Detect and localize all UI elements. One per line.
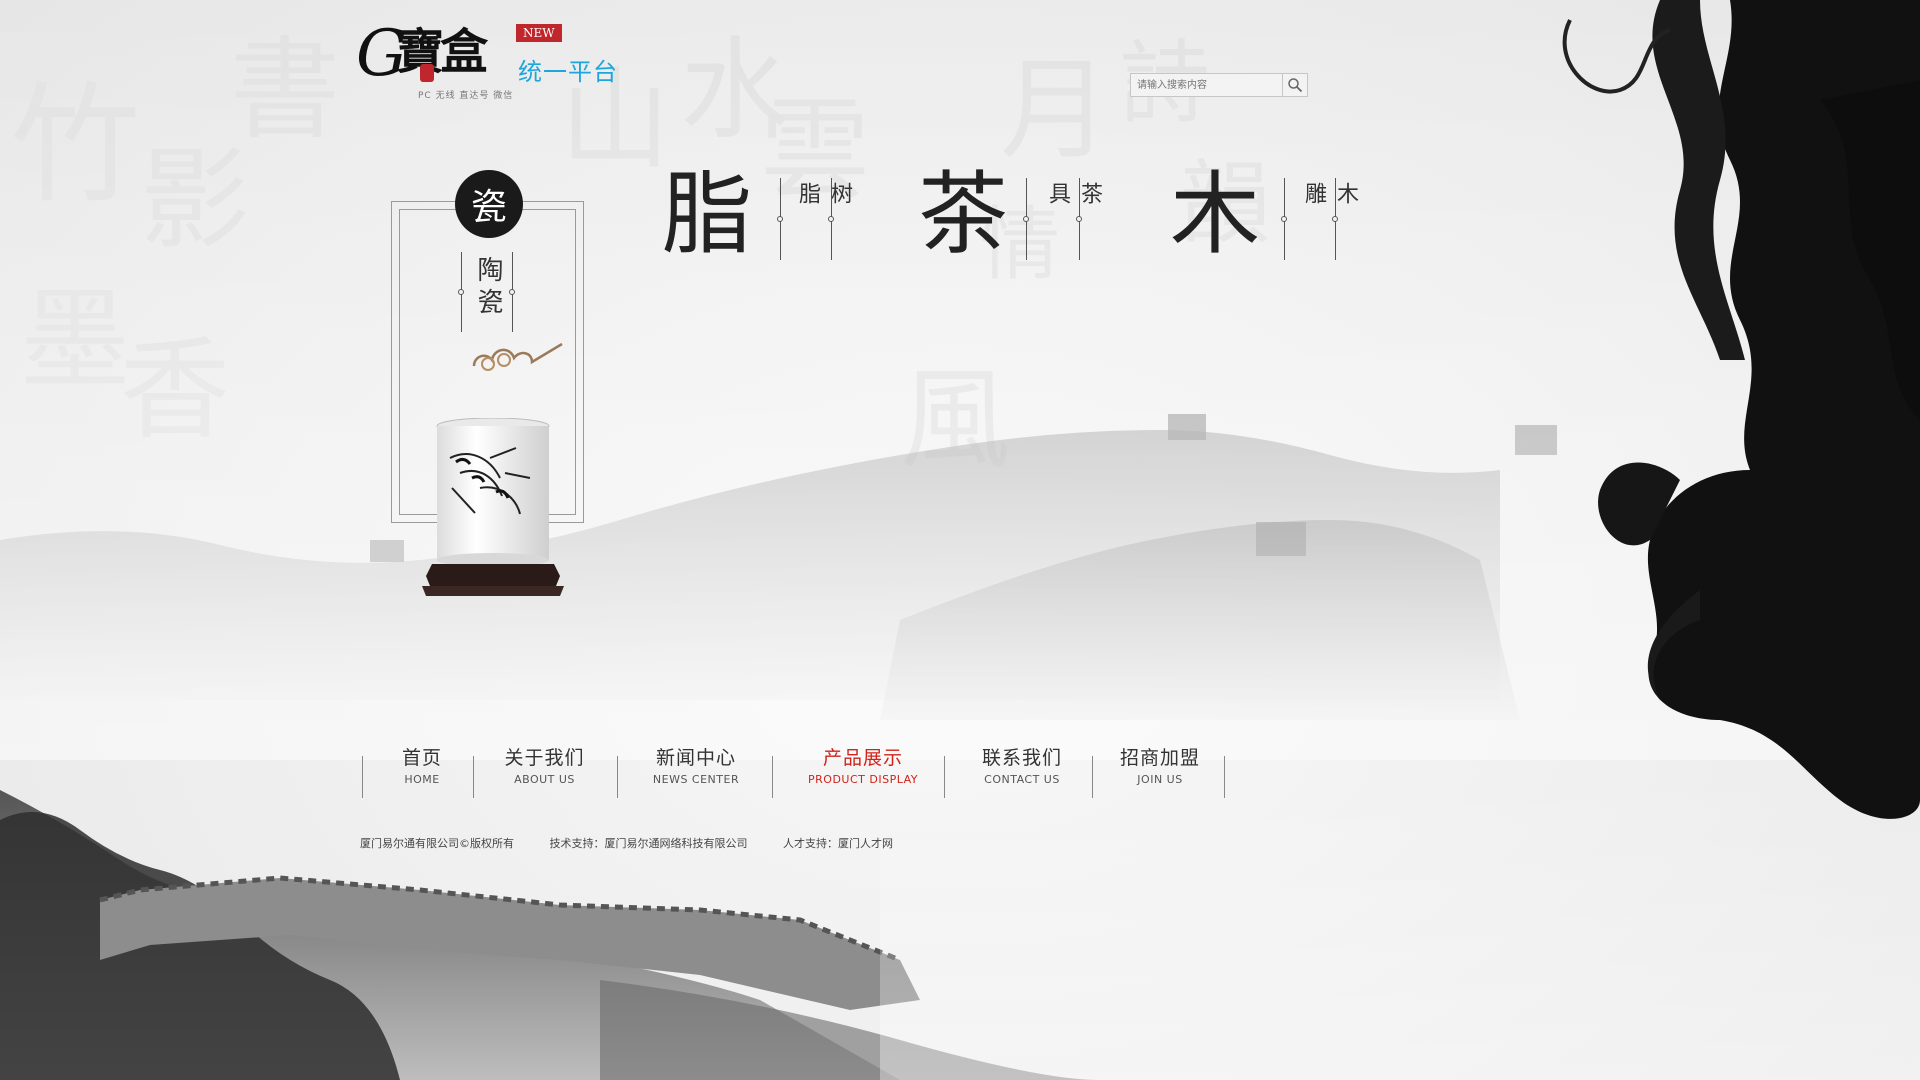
nav-item-join[interactable]: 招商加盟 JOIN US	[1098, 746, 1222, 798]
divider-dot	[777, 216, 783, 222]
footer-copyright: 厦门易尔通有限公司©版权所有	[360, 837, 514, 850]
logo-seal-icon	[420, 64, 434, 82]
divider-dot	[1023, 216, 1029, 222]
divider-dot	[1076, 216, 1082, 222]
divider-dot	[458, 289, 464, 295]
nav-separator	[1092, 756, 1093, 798]
ink-smoke-decoration	[1562, 0, 1920, 819]
auspicious-cloud-icon	[472, 342, 563, 371]
category-big-char: 脂	[662, 162, 752, 267]
nav-sublabel: ABOUT US	[514, 773, 575, 786]
footer-talent-support[interactable]: 人才支持：厦门人才网	[783, 837, 893, 850]
nav-sublabel: NEWS CENTER	[652, 773, 740, 786]
nav-label: 联系我们	[981, 747, 1062, 769]
nav-item-about[interactable]: 关于我们 ABOUT US	[482, 746, 607, 798]
nav-sublabel: JOIN US	[1137, 773, 1183, 786]
nav-sublabel: PRODUCT DISPLAY	[808, 773, 918, 786]
nav-separator	[944, 756, 945, 798]
search-icon	[1288, 78, 1303, 93]
category-label: 树脂	[795, 182, 852, 210]
category-big-char: 木	[1170, 162, 1260, 267]
ceramic-circle-badge: 瓷	[455, 170, 523, 238]
nav-label: 招商加盟	[1119, 747, 1200, 769]
divider-dot	[509, 289, 515, 295]
nav-separator	[1224, 756, 1225, 798]
nav-separator	[772, 756, 773, 798]
divider-dot	[1332, 216, 1338, 222]
nav-sublabel: CONTACT US	[984, 773, 1060, 786]
logo-mark-characters: 寶盒	[396, 24, 488, 80]
divider-dot	[1281, 216, 1287, 222]
nav-item-products[interactable]: 产品展示 PRODUCT DISPLAY	[776, 746, 950, 798]
nav-separator	[473, 756, 474, 798]
new-badge: NEW	[516, 24, 562, 42]
category-label: 茶具	[1045, 182, 1102, 210]
nav-label: 新闻中心	[655, 747, 736, 769]
search-input[interactable]	[1131, 74, 1283, 96]
nav-label: 关于我们	[504, 747, 585, 769]
logo-platform-text: 统一平台	[518, 58, 618, 86]
nav-item-news[interactable]: 新闻中心 NEWS CENTER	[626, 746, 766, 798]
nav-sublabel: HOME	[404, 773, 440, 786]
porcelain-vase-image	[422, 418, 564, 596]
category-label: 木雕	[1301, 182, 1358, 210]
divider-dot	[828, 216, 834, 222]
ceramic-label: 陶瓷	[473, 256, 503, 320]
nav-item-contact[interactable]: 联系我们 CONTACT US	[952, 746, 1092, 798]
nav-label: 首页	[401, 747, 442, 769]
category-big-char: 茶	[918, 162, 1008, 267]
search-box	[1130, 73, 1308, 97]
page-footer: 厦门易尔通有限公司©版权所有 技术支持：厦门易尔通网络科技有限公司 人才支持：厦…	[360, 835, 925, 851]
nav-separator	[362, 756, 363, 798]
site-logo[interactable]: G 寶盒 NEW 统一平台 PC 无线 直达号 微信	[356, 18, 626, 106]
footer-tech-support[interactable]: 技术支持：厦门易尔通网络科技有限公司	[550, 837, 748, 850]
nav-label: 产品展示	[822, 747, 903, 769]
logo-subtitle: PC 无线 直达号 微信	[418, 91, 514, 101]
search-button[interactable]	[1282, 74, 1307, 96]
nav-item-home[interactable]: 首页 HOME	[372, 746, 472, 798]
nav-separator	[617, 756, 618, 798]
